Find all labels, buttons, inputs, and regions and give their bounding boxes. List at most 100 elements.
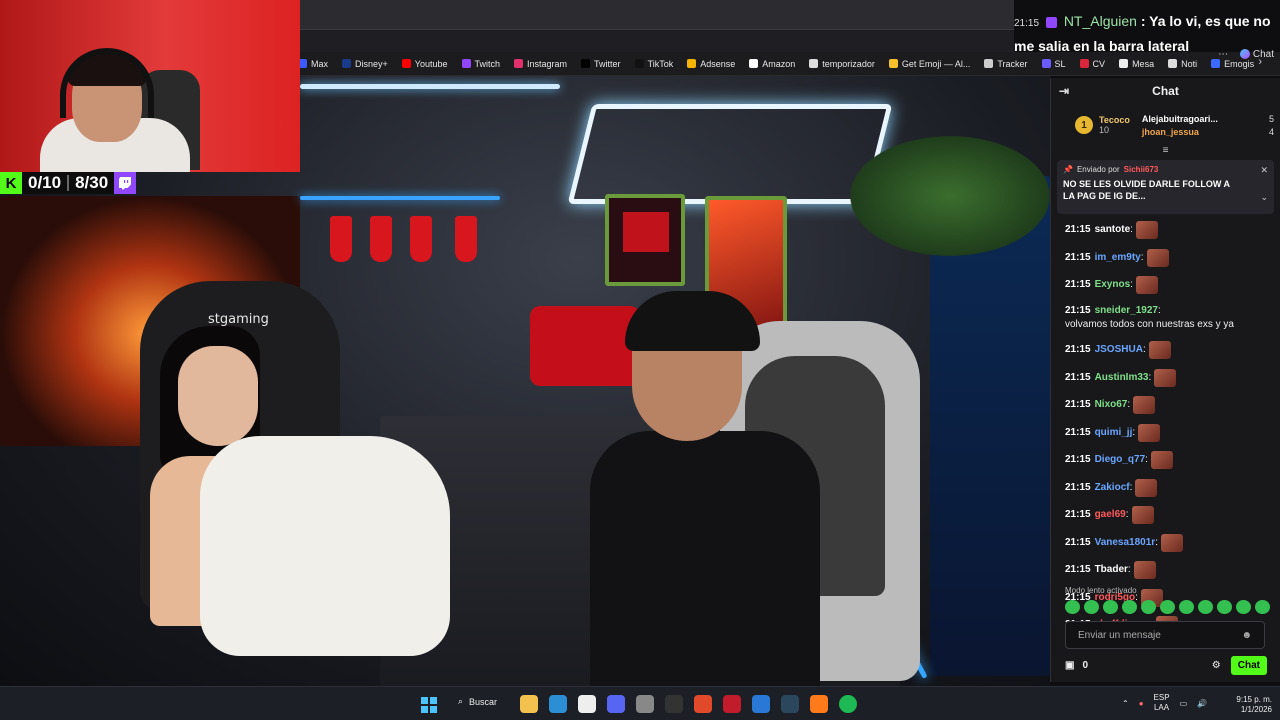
bookmark-cv[interactable]: CV bbox=[1079, 58, 1106, 69]
app-icon[interactable] bbox=[752, 695, 770, 713]
message-username[interactable]: Exynos bbox=[1095, 278, 1131, 292]
leaderboard-row: jhoan_jessua 4 bbox=[1142, 127, 1274, 137]
stocking bbox=[330, 216, 352, 262]
chevron-up-icon[interactable]: ⌃ bbox=[1122, 699, 1129, 708]
message-username[interactable]: quimi_jj bbox=[1095, 426, 1133, 440]
bookmark-label: CV bbox=[1092, 58, 1106, 69]
taskbar-clock[interactable]: 9:15 p. m. 1/1/2026 bbox=[1226, 695, 1272, 715]
gift-icon[interactable]: ▣ bbox=[1065, 660, 1074, 671]
taskbar-search[interactable]: ⌕ Buscar bbox=[458, 696, 497, 707]
quick-emote-bar bbox=[1065, 600, 1270, 614]
pinned-message[interactable]: 📌 Enviado por Sichii673 NO SE LES OLVIDE… bbox=[1057, 160, 1274, 214]
message-time: 21:15 bbox=[1065, 344, 1091, 355]
app-icon[interactable] bbox=[723, 695, 741, 713]
emote-button[interactable] bbox=[1217, 600, 1232, 614]
bookmark-label: Instagram bbox=[527, 58, 568, 69]
bookmark-label: Disney+ bbox=[355, 58, 388, 69]
bookmark-label: Twitch bbox=[474, 58, 501, 69]
bookmark-label: Max bbox=[311, 58, 329, 69]
bookmark-sl[interactable]: SL bbox=[1041, 59, 1066, 69]
leaderboard-user[interactable]: jhoan_jessua bbox=[1142, 127, 1199, 137]
microphone-icon[interactable]: ● bbox=[1139, 699, 1144, 708]
blue-neon-strip bbox=[300, 196, 500, 200]
emote-button[interactable] bbox=[1160, 600, 1175, 614]
language-indicator[interactable]: ESP LAA bbox=[1154, 693, 1170, 713]
bookmark-tiktok[interactable]: TikTok bbox=[634, 59, 673, 69]
pinned-sender[interactable]: Sichii673 bbox=[1124, 165, 1159, 174]
more-options-icon[interactable]: ⋯ bbox=[1218, 44, 1228, 66]
volume-icon[interactable]: 🔊 bbox=[1197, 699, 1207, 708]
message-colon: : bbox=[1157, 304, 1161, 316]
bookmark-max[interactable]: Max bbox=[298, 59, 328, 69]
message-colon: : bbox=[1148, 371, 1152, 383]
settings-gear-icon[interactable]: ⚙ bbox=[1212, 660, 1221, 671]
message-username[interactable]: AustinIm33 bbox=[1095, 371, 1149, 385]
leaderboard-user[interactable]: Alejabuitragoari... bbox=[1142, 114, 1218, 124]
message-username[interactable]: santote bbox=[1095, 223, 1131, 237]
emote-image bbox=[1148, 341, 1171, 359]
obs-icon[interactable] bbox=[636, 695, 654, 713]
message-username[interactable]: Zakiocf bbox=[1095, 481, 1130, 495]
network-icon[interactable]: ▭ bbox=[1180, 699, 1188, 708]
bookmark-instagram[interactable]: Instagram bbox=[514, 59, 567, 69]
channel-points: 0 bbox=[1082, 660, 1089, 671]
bookmark-youtube[interactable]: Youtube bbox=[401, 59, 448, 69]
bookmark-mesa[interactable]: Mesa bbox=[1119, 59, 1154, 69]
discord-icon[interactable] bbox=[607, 695, 625, 713]
bookmark-twitch[interactable]: Twitch bbox=[461, 58, 501, 69]
emote-button[interactable] bbox=[1141, 600, 1156, 614]
bookmark-disney[interactable]: Disney+ bbox=[342, 59, 388, 69]
edge-icon[interactable] bbox=[549, 695, 567, 713]
bookmark-twitter[interactable]: Twitter bbox=[581, 59, 621, 69]
message-username[interactable]: Nixo67 bbox=[1095, 398, 1128, 412]
bookmark-amazon[interactable]: Amazon bbox=[749, 59, 795, 69]
collapse-chat-icon[interactable]: ⇥ bbox=[1059, 84, 1069, 98]
chat-footer: ▣ 0 ⚙ Chat bbox=[1065, 656, 1267, 675]
bookmark-noti[interactable]: Noti bbox=[1168, 59, 1197, 69]
search-label: Buscar bbox=[469, 696, 498, 707]
emote-image bbox=[1131, 506, 1154, 524]
app-icon[interactable] bbox=[810, 695, 828, 713]
red-sofa bbox=[530, 306, 640, 386]
emote-button[interactable] bbox=[1236, 600, 1251, 614]
emote-button[interactable] bbox=[1179, 600, 1194, 614]
chat-message-input[interactable]: Enviar un mensaje ☻ bbox=[1065, 621, 1265, 649]
chat-highlight-notification: 21:15 NT_Alguien : Ya lo vi, es que no m… bbox=[1014, 10, 1280, 60]
message-username[interactable]: im_em9ty bbox=[1095, 251, 1141, 265]
expand-leaderboard-icon[interactable]: ≡ bbox=[1051, 146, 1280, 158]
notification-user: NT_Alguien bbox=[1063, 13, 1137, 29]
emoji-picker-icon[interactable]: ☻ bbox=[1241, 630, 1252, 641]
message-username[interactable]: sneider_1927 bbox=[1095, 304, 1158, 318]
emote-button[interactable] bbox=[1065, 600, 1080, 614]
send-chat-button[interactable]: Chat bbox=[1230, 656, 1267, 675]
emote-button[interactable] bbox=[1122, 600, 1137, 614]
message-username[interactable]: gael69 bbox=[1095, 508, 1126, 522]
bookmark-temporizador[interactable]: temporizador bbox=[809, 59, 875, 69]
message-username[interactable]: Tbader bbox=[1095, 563, 1128, 577]
epic-icon[interactable] bbox=[665, 695, 683, 713]
clock-time: 9:15 p. m. bbox=[1236, 695, 1272, 704]
bookmark-adsense[interactable]: Adsense bbox=[687, 59, 735, 69]
bookmark-tracker[interactable]: Tracker bbox=[984, 59, 1028, 69]
chevron-down-icon[interactable]: ⌄ bbox=[1260, 192, 1268, 203]
chat-title: Chat bbox=[1152, 84, 1179, 98]
emote-button[interactable] bbox=[1084, 600, 1099, 614]
emote-button[interactable] bbox=[1255, 600, 1270, 614]
emote-button[interactable] bbox=[1103, 600, 1118, 614]
leaderboard: 1 Tecoco 10 Alejabuitragoari... 5 jhoan_… bbox=[1051, 104, 1280, 146]
copilot-chat-button[interactable]: Chat bbox=[1240, 44, 1274, 66]
message-username[interactable]: Vanesa1801r bbox=[1095, 536, 1156, 550]
unpin-icon[interactable]: ✕ bbox=[1260, 165, 1268, 176]
message-username[interactable]: Diego_q77 bbox=[1095, 453, 1146, 467]
bookmark-get-emoji-al[interactable]: Get Emoji — Al... bbox=[888, 59, 970, 69]
spotify-icon[interactable] bbox=[839, 695, 857, 713]
file-explorer-icon[interactable] bbox=[520, 695, 538, 713]
leader-name[interactable]: Tecoco bbox=[1099, 115, 1130, 125]
app-icon[interactable] bbox=[694, 695, 712, 713]
leaderboard-row: Alejabuitragoari... 5 bbox=[1142, 114, 1274, 124]
start-button[interactable] bbox=[421, 697, 437, 713]
steam-icon[interactable] bbox=[781, 695, 799, 713]
app-icon[interactable] bbox=[578, 695, 596, 713]
emote-button[interactable] bbox=[1198, 600, 1213, 614]
message-username[interactable]: JSOSHUA bbox=[1095, 343, 1143, 357]
